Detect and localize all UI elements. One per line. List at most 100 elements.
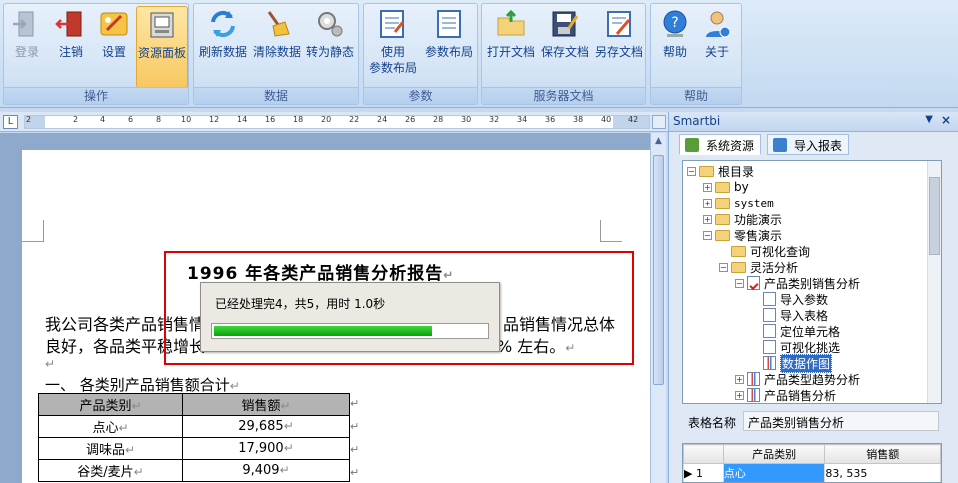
collapse-icon[interactable]: − [687,166,696,176]
ruler-tick: 2 [73,115,79,124]
grid-cell-sales[interactable]: 83, 535 [824,463,941,482]
resource-panel-button[interactable]: 资源面板 [136,6,188,88]
help-button[interactable]: ? 帮助 [655,6,695,88]
grid-row[interactable]: ▶ 1 点心 83, 535 [683,463,941,482]
convert-static-button[interactable]: 转为静态 [304,6,356,88]
table-cell-sales[interactable]: 29,685↵ [182,415,350,438]
save-as-document-label: 另存文档 [594,45,643,59]
clear-data-button[interactable]: 清除数据 [251,6,303,88]
ruler-track[interactable]: 2 2 4 6 8 10 12 14 16 18 20 22 24 26 28 … [24,115,650,129]
view-ruler-toggle[interactable] [652,115,666,129]
expand-icon[interactable]: + [703,198,712,208]
expand-icon[interactable]: + [703,214,712,224]
tree-node-visual-query[interactable]: 可视化查询 [731,243,810,259]
convert-static-icon [318,12,343,37]
refresh-data-button[interactable]: 刷新数据 [197,6,249,88]
ruler-tick: 20 [321,115,332,124]
scroll-up-arrow-icon[interactable]: ▲ [653,136,664,150]
table-cell-category[interactable]: 调味品↵ [38,437,183,460]
ribbon-group-help: ? 帮助 关于 帮助 [650,3,742,105]
scrollbar-thumb[interactable] [653,155,664,385]
tree-node-label: 产品类型趋势分析 [764,372,861,387]
row-marker-icon: ▶ [684,466,693,480]
logout-button[interactable]: 注销 [52,6,90,88]
ruler-tick: 8 [156,115,162,124]
ruler-tick: 26 [405,115,416,124]
tree-node-system[interactable]: + system [703,195,774,211]
tree-node-import-params[interactable]: 导入参数 [763,291,828,307]
preview-grid[interactable]: 产品类别 销售额 ▶ 1 点心 83, 535 [682,443,942,483]
tab-import-report[interactable]: 导入报表 [767,134,850,155]
crop-mark-top-right [600,220,622,242]
open-document-button[interactable]: 打开文档 [484,6,538,88]
tree-node-import-table[interactable]: 导入表格 [763,307,828,323]
tree-node-product-trend[interactable]: + 产品类型趋势分析 [735,371,860,387]
tree-node-root[interactable]: − 根目录 [687,163,754,179]
row-end-mark: ↵ [350,466,360,479]
ruler-tick: 32 [489,115,500,124]
expand-icon[interactable]: + [703,182,712,192]
close-icon[interactable]: × [941,113,951,127]
system-resources-icon [685,138,699,152]
cell-mark: ↵ [118,421,129,435]
grid-corner [683,444,724,464]
section-heading[interactable]: 一、 各类别产品销售额合计↵ [45,374,240,395]
tree-node-label: 产品类别销售分析 [764,276,861,291]
tree-node-feature-demo[interactable]: + 功能演示 [703,211,782,227]
panel-options-icon[interactable]: ▼ [925,114,933,125]
tree-node-flex-analysis[interactable]: − 灵活分析 [719,259,798,275]
tab-stop-selector[interactable]: L [3,115,18,129]
table-header-sales[interactable]: 销售额↵ [182,393,350,416]
cell-text: 调味品 [85,443,125,458]
table-cell-category[interactable]: 谷类/麦片↵ [38,459,183,482]
table-name-field[interactable]: 产品类别销售分析 [743,411,939,431]
horizontal-ruler[interactable]: L 2 2 4 6 8 10 12 14 16 18 20 22 24 26 2… [0,112,668,132]
resource-panel-icon [150,12,174,38]
collapse-icon[interactable]: − [735,278,744,288]
table-cell-category[interactable]: 点心↵ [38,415,183,438]
chart-icon [763,356,776,370]
tree-node-label: 功能演示 [734,212,783,227]
use-param-layout-button[interactable]: 使用 参数布局 [367,6,419,88]
tree-node-product-sales[interactable]: + 产品销售分析 [735,387,836,403]
open-document-label: 打开文档 [486,45,535,59]
save-as-document-button[interactable]: 另存文档 [592,6,646,88]
table-cell-sales[interactable]: 9,409↵ [182,459,350,482]
tree-node-retail-demo[interactable]: − 零售演示 [703,227,782,243]
open-folder-icon [497,9,525,36]
param-layout-button[interactable]: 参数布局 [422,6,476,88]
svg-text:?: ? [671,15,678,31]
ribbon-group-params: 使用 参数布局 参数布局 参数 [363,3,478,105]
settings-button[interactable]: 设置 [94,6,134,88]
grid-header-category[interactable]: 产品类别 [722,444,826,464]
login-button[interactable]: 登录 [8,6,46,88]
collapse-icon[interactable]: − [719,262,728,272]
collapse-icon[interactable]: − [703,230,712,240]
broom-icon [267,11,290,37]
tree-node-by[interactable]: + by [703,179,749,195]
scrollbar-thumb[interactable] [929,177,940,255]
use-param-layout-icon [380,10,405,38]
save-document-button[interactable]: 保存文档 [538,6,592,88]
grid-cell-category[interactable]: 点心 [722,463,826,482]
tree-scrollbar[interactable] [927,161,941,403]
tab-system-resources[interactable]: 系统资源 [679,134,762,155]
ruler-tick: 14 [237,115,248,124]
resource-tree[interactable]: − 根目录 + by + system + 功能演示 − 零售演示 可视化查询 − 灵活分析… [682,160,942,404]
cell-mark: ↵ [279,463,290,477]
table-cell-sales[interactable]: 17,900↵ [182,437,350,460]
progress-dialog: 已经处理完4，共5，用时 1.0秒 [200,282,500,352]
tree-node-category-sales[interactable]: − 产品类别销售分析 [735,275,860,291]
tree-node-data-chart[interactable]: 数据作图 [763,353,833,373]
cell-text: 点心 [92,421,119,436]
about-button[interactable]: 关于 [697,6,737,88]
help-icon: ? [663,10,687,37]
progress-message: 已经处理完4，共5，用时 1.0秒 [215,297,386,311]
expand-icon[interactable]: + [735,390,744,400]
table-header-category[interactable]: 产品类别↵ [38,393,183,416]
document-vertical-scrollbar[interactable]: ▲ [650,133,666,483]
expand-icon[interactable]: + [735,374,744,384]
sales-table[interactable]: 产品类别↵ 销售额↵ 点心↵ 29,685↵ 调味品↵ 17,900↵ 谷类/麦… [38,393,350,482]
grid-header-sales[interactable]: 销售额 [824,444,941,464]
tree-node-locate-cell[interactable]: 定位单元格 [763,323,840,339]
